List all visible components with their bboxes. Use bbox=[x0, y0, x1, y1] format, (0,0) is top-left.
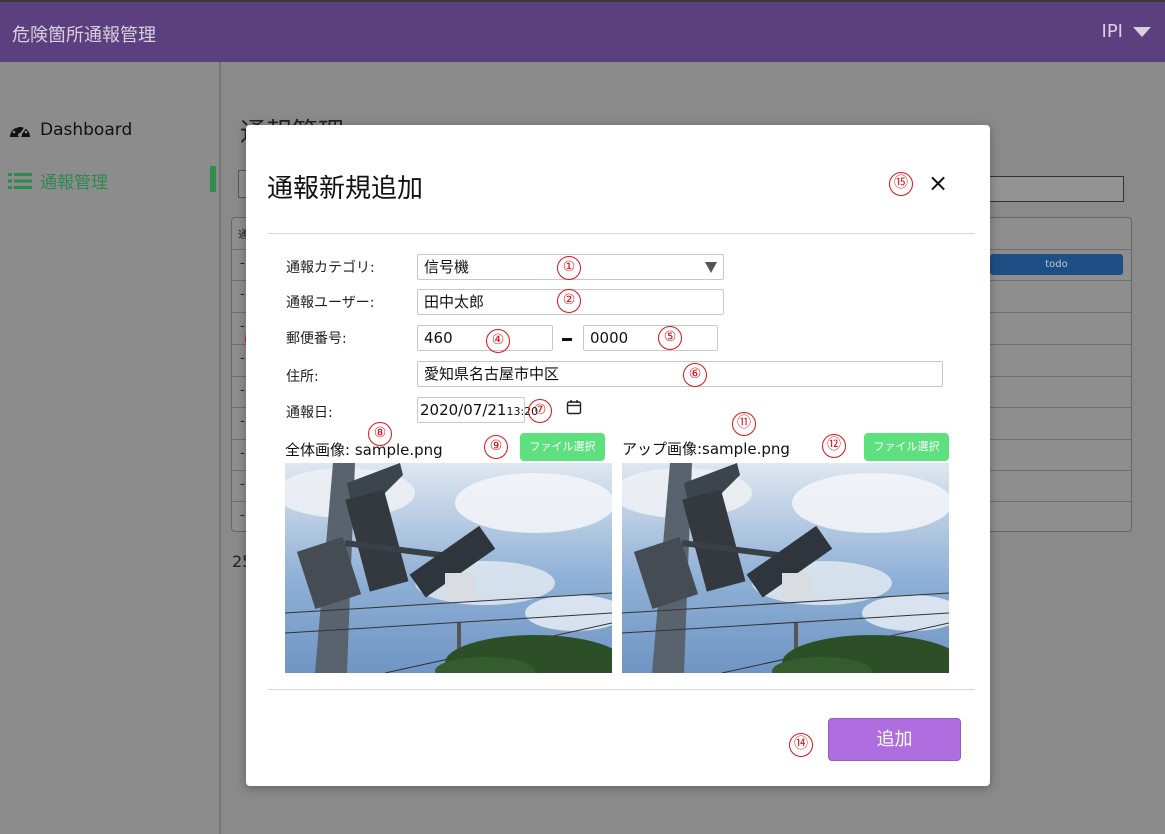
zip-second-value: 0000 bbox=[590, 329, 629, 347]
close-icon[interactable]: × bbox=[928, 169, 948, 197]
add-button[interactable]: 追加 bbox=[828, 718, 961, 761]
marker-5: ⑤ bbox=[658, 326, 682, 350]
closeup-image-preview bbox=[622, 463, 949, 673]
overall-image-label: 全体画像: sample.png bbox=[285, 441, 443, 459]
date-value: 2020/07/21 bbox=[420, 401, 507, 419]
marker-15: ⑮ bbox=[889, 172, 913, 196]
marker-4: ④ bbox=[486, 329, 510, 353]
date-input[interactable]: 2020/07/2113:20 bbox=[417, 397, 538, 423]
closeup-image-label: アップ画像:sample.png bbox=[622, 440, 790, 458]
sidebar-item-dashboard[interactable]: Dashboard bbox=[8, 120, 132, 140]
overall-file-select-button[interactable]: ファイル選択 bbox=[520, 433, 605, 461]
list-icon bbox=[8, 172, 32, 189]
search-input[interactable] bbox=[986, 176, 1124, 202]
app-title: 危険箇所通報管理 bbox=[12, 25, 156, 46]
marker-2: ② bbox=[557, 289, 581, 313]
address-label: 住所: bbox=[286, 369, 319, 385]
marker-12: ⑫ bbox=[822, 434, 846, 458]
zip-first-value: 460 bbox=[424, 329, 453, 347]
zip-first-input[interactable]: 460 bbox=[417, 325, 553, 351]
address-value: 愛知県名古屋市中区 bbox=[424, 365, 560, 383]
category-label: 通報カテゴリ: bbox=[286, 260, 375, 276]
marker-14: ⑭ bbox=[789, 733, 813, 757]
sidebar: Dashboard 通報管理 bbox=[0, 62, 221, 834]
zip-separator bbox=[562, 338, 572, 341]
traffic-signal-photo bbox=[622, 463, 949, 673]
marker-11: ⑪ bbox=[732, 412, 756, 436]
calendar-icon[interactable] bbox=[566, 399, 582, 415]
sidebar-item-label: Dashboard bbox=[40, 120, 133, 140]
zip-label: 郵便番号: bbox=[286, 331, 347, 347]
marker-6: ⑥ bbox=[683, 363, 707, 387]
traffic-signal-photo bbox=[285, 463, 612, 673]
chevron-down-icon bbox=[705, 261, 717, 273]
user-value: 田中太郎 bbox=[424, 293, 485, 311]
user-label: 通報ユーザー: bbox=[286, 295, 375, 311]
todo-button[interactable]: todo bbox=[990, 254, 1123, 275]
category-value: 信号機 bbox=[424, 258, 470, 276]
marker-1: ① bbox=[557, 256, 581, 280]
marker-7: ⑦ bbox=[528, 399, 552, 423]
address-input[interactable]: 愛知県名古屋市中区 bbox=[417, 361, 943, 387]
add-report-dialog: 通報新規追加 ⑮ × 通報カテゴリ: 信号機 ① 通報ユーザー: 田中太郎 ② … bbox=[246, 125, 990, 786]
chevron-down-icon bbox=[1133, 26, 1151, 37]
dialog-title: 通報新規追加 bbox=[267, 174, 424, 204]
speedometer-icon bbox=[10, 123, 30, 137]
user-name: IPI bbox=[1101, 21, 1123, 42]
user-menu[interactable]: IPI bbox=[1102, 21, 1151, 42]
closeup-file-select-button[interactable]: ファイル選択 bbox=[864, 433, 949, 461]
marker-9: ⑨ bbox=[484, 435, 508, 459]
zip-second-input[interactable]: 0000 bbox=[583, 325, 718, 351]
header-divider bbox=[268, 233, 975, 234]
date-label: 通報日: bbox=[286, 405, 333, 421]
sidebar-item-reports[interactable]: 通報管理 bbox=[8, 168, 108, 193]
app-header: 危険箇所通報管理 IPI bbox=[0, 0, 1165, 62]
active-indicator bbox=[210, 166, 216, 192]
overall-image-preview bbox=[285, 463, 612, 673]
sidebar-item-label: 通報管理 bbox=[40, 173, 108, 193]
footer-divider bbox=[268, 689, 975, 690]
